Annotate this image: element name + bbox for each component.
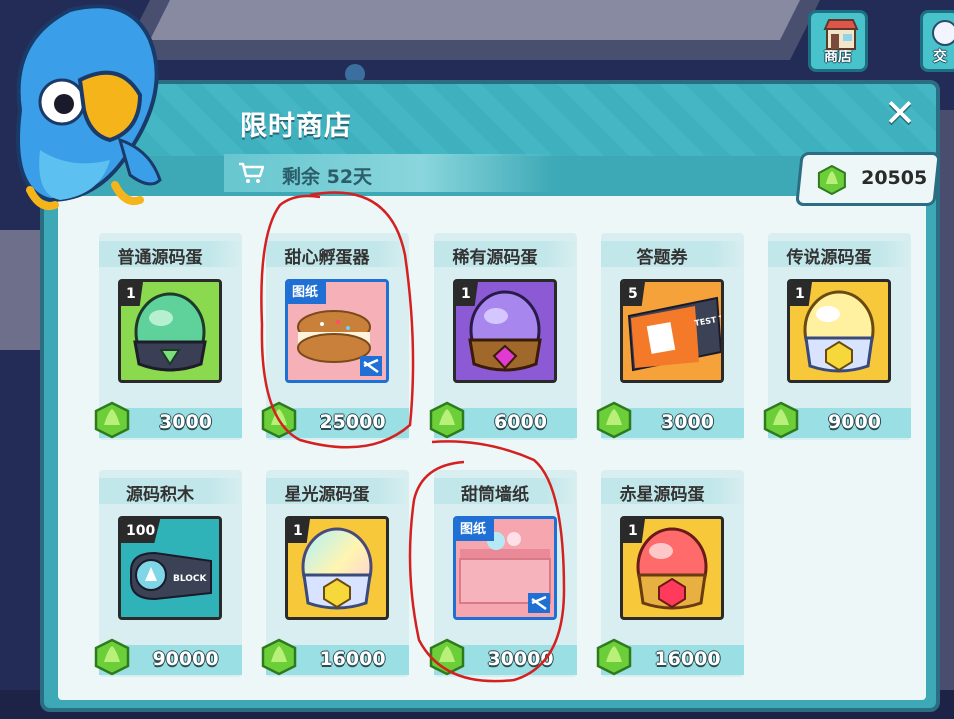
item-image: 图纸	[453, 516, 557, 620]
shop-item-rare-egg[interactable]: 稀有源码蛋 1 6000	[429, 233, 577, 440]
item-name: 星光源码蛋	[284, 485, 370, 505]
green-gem-icon	[261, 401, 297, 439]
shop-item-cone-wallpaper[interactable]: 甜筒墙纸 图纸 30000	[429, 470, 577, 677]
item-count: 1	[288, 519, 310, 543]
item-count: 1	[790, 282, 812, 306]
exchange-icon	[932, 20, 954, 46]
shop-item-code-block[interactable]: 源码积木 100 BLOCK 90000	[94, 470, 242, 677]
item-count: 1	[121, 282, 143, 306]
item-price: 25000	[319, 411, 386, 433]
shop-button[interactable]: 商店	[808, 10, 868, 72]
currency-amount: 20505	[861, 167, 928, 189]
item-image: 1	[787, 279, 891, 383]
item-name: 赤星源码蛋	[619, 485, 705, 505]
green-gem-icon	[94, 638, 130, 676]
item-price: 3000	[159, 411, 212, 433]
item-image: 1	[118, 279, 222, 383]
item-name: 甜心孵蛋器	[284, 248, 370, 268]
item-image: 1	[620, 516, 724, 620]
shop-item-quiz-ticket[interactable]: 答题券 5 TEST T 3000	[596, 233, 744, 440]
green-gem-icon	[429, 638, 465, 676]
green-gem-icon	[94, 401, 130, 439]
item-count: 1	[456, 282, 478, 306]
blueprint-badge: 图纸	[456, 519, 495, 541]
item-name: 传说源码蛋	[786, 248, 872, 268]
item-image: 图纸	[285, 279, 389, 383]
item-price: 16000	[319, 648, 386, 670]
timer-text: 剩余 52天	[282, 166, 373, 188]
item-price: 6000	[494, 411, 547, 433]
green-gem-icon	[596, 401, 632, 439]
timer-bar: 剩余 52天	[224, 154, 554, 192]
green-gem-icon	[817, 165, 846, 195]
cart-icon	[239, 162, 264, 183]
item-image: 5 TEST T	[620, 279, 724, 383]
block-text: BLOCK	[173, 574, 208, 584]
item-price: 3000	[661, 411, 714, 433]
item-image: 100 BLOCK	[118, 516, 222, 620]
close-button[interactable]: ✕	[882, 94, 918, 132]
item-count: 1	[623, 519, 645, 543]
panel-title: 限时商店	[240, 111, 352, 142]
shop-icon	[823, 19, 859, 50]
item-name: 稀有源码蛋	[452, 248, 538, 268]
item-count: 5	[623, 282, 645, 306]
shop-item-normal-egg[interactable]: 普通源码蛋 1 3000	[94, 233, 242, 440]
blueprint-badge: 图纸	[288, 282, 327, 304]
green-gem-icon	[429, 401, 465, 439]
item-price: 16000	[654, 648, 721, 670]
item-name: 甜筒墙纸	[461, 485, 529, 505]
item-count: 100	[121, 519, 161, 543]
item-price: 9000	[828, 411, 881, 433]
green-gem-icon	[763, 401, 799, 439]
item-name: 源码积木	[126, 485, 194, 505]
exchange-button[interactable]: 交	[920, 10, 954, 72]
item-price: 30000	[487, 648, 554, 670]
shop-item-cookie-incubator[interactable]: 甜心孵蛋器 图纸 25000	[261, 233, 409, 440]
item-image: 1	[285, 516, 389, 620]
shop-item-red-star-egg[interactable]: 赤星源码蛋 1 16000	[596, 470, 744, 677]
currency-display: 20505	[795, 152, 941, 206]
green-gem-icon	[596, 638, 632, 676]
item-image: 1	[453, 279, 557, 383]
shop-item-starlight-egg[interactable]: 星光源码蛋 1 16000	[261, 470, 409, 677]
item-name: 答题券	[636, 248, 688, 268]
item-name: 普通源码蛋	[117, 248, 203, 268]
green-gem-icon	[261, 638, 297, 676]
item-price: 90000	[152, 648, 219, 670]
shop-item-legend-egg[interactable]: 传说源码蛋 1 9000	[763, 233, 911, 440]
parrot-mascot	[16, 4, 162, 210]
